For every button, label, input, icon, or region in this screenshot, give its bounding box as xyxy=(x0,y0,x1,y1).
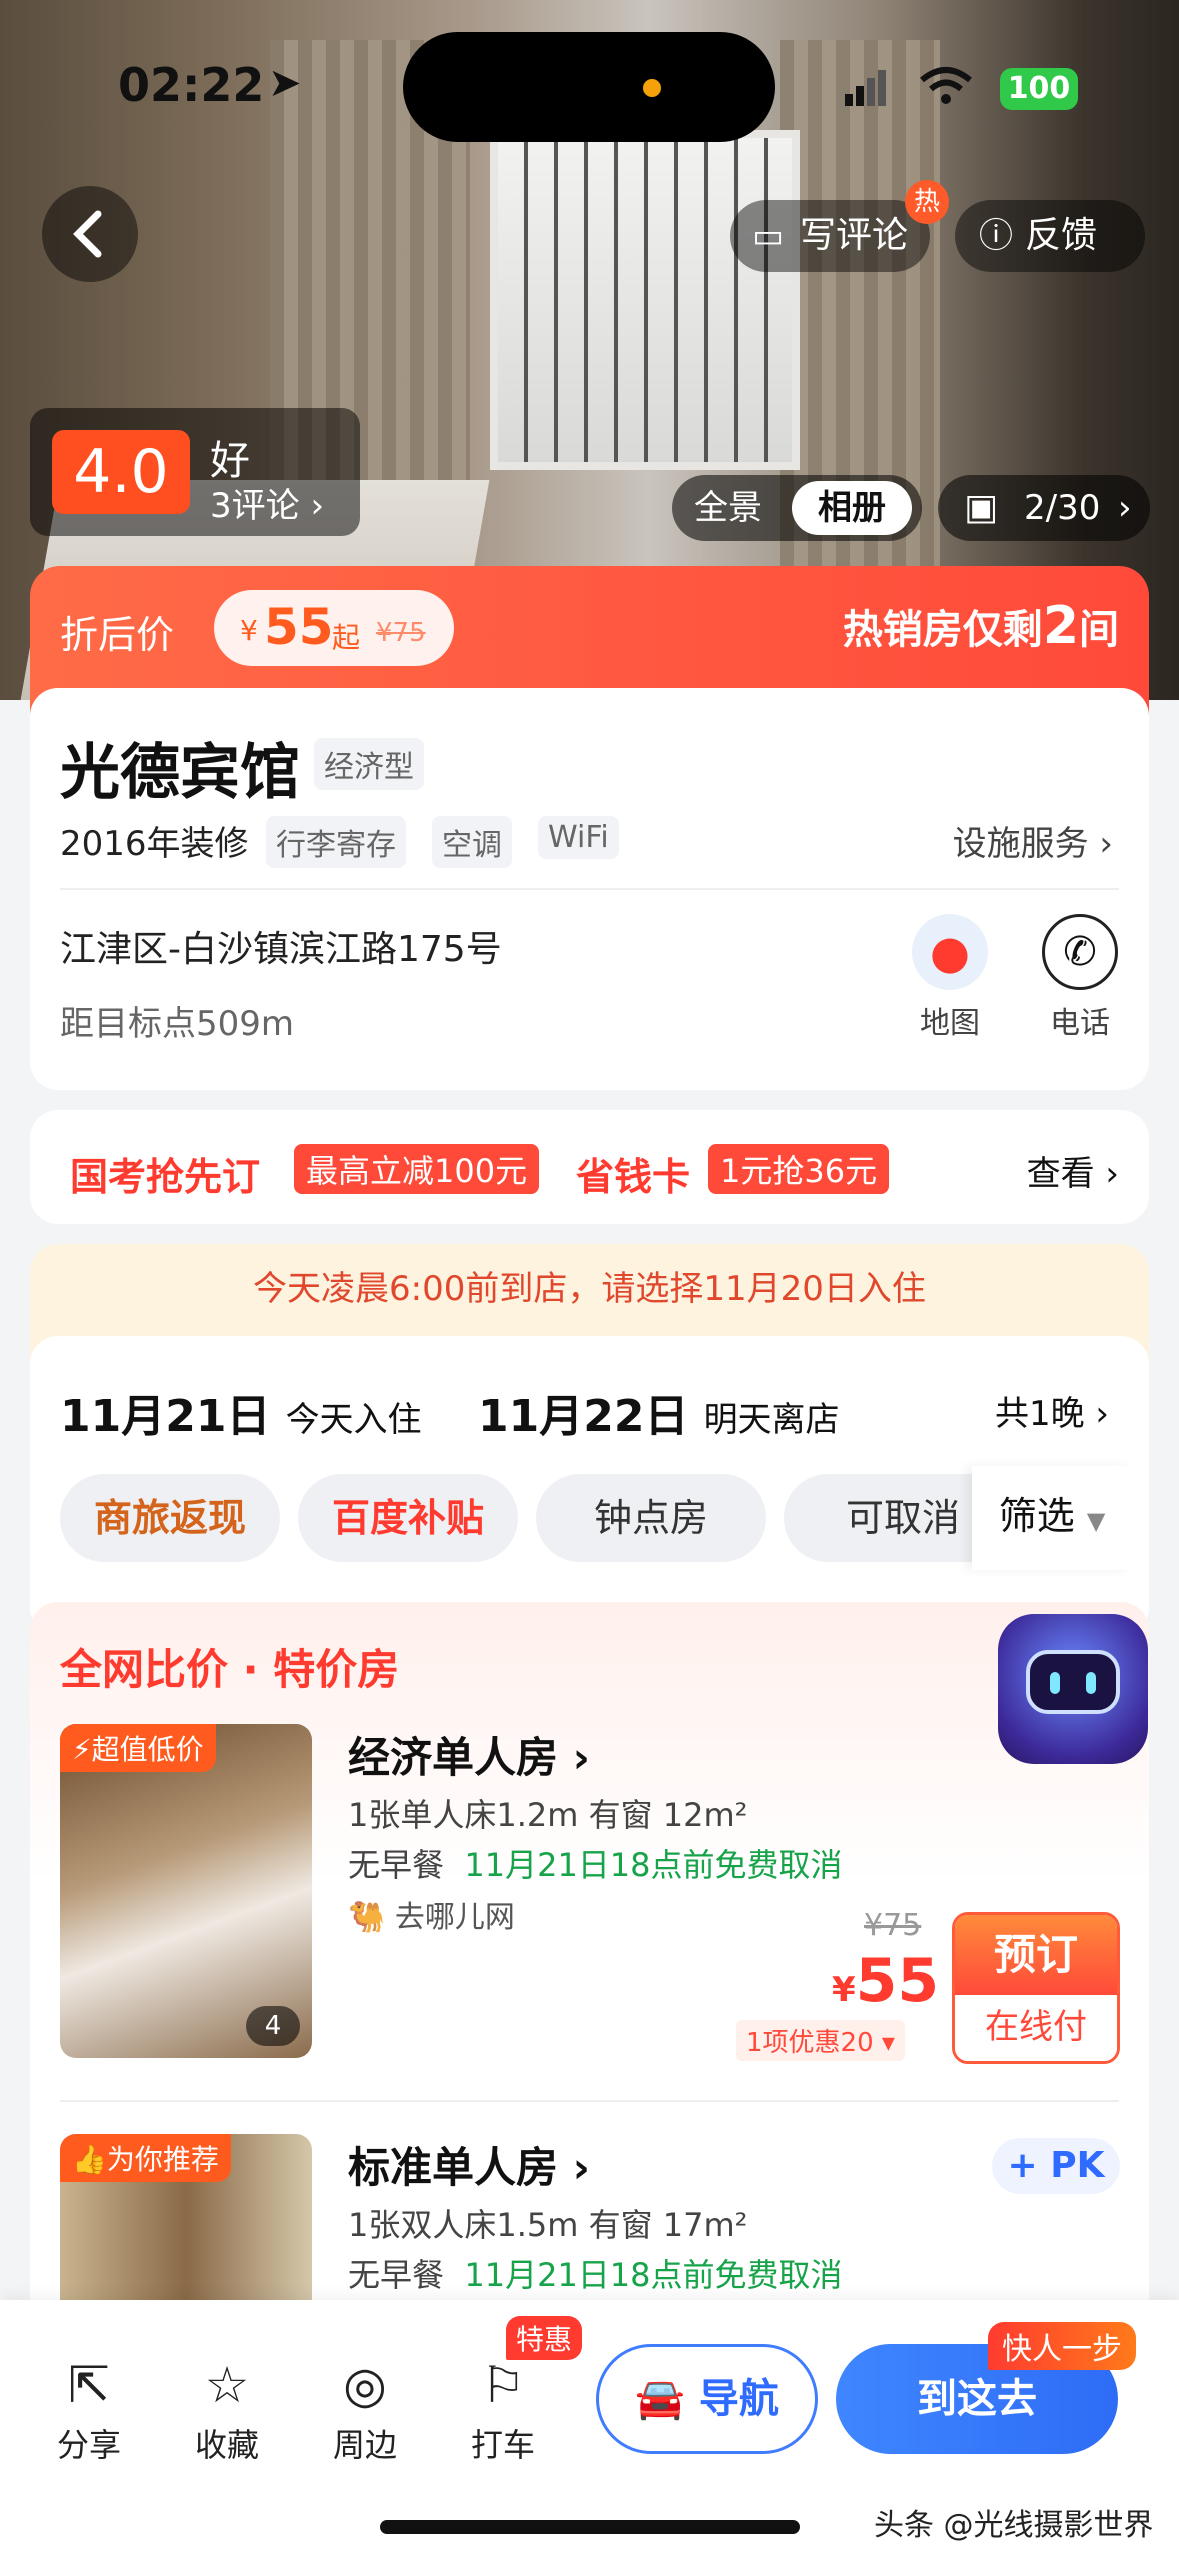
photo-count: 2/30 xyxy=(1024,488,1101,528)
location-arrow-icon: ➤ xyxy=(268,60,302,106)
share-icon: ⇱ xyxy=(68,2356,110,2414)
facility-tag: WiFi xyxy=(538,816,619,859)
room-original-price: ¥75 xyxy=(864,1908,922,1943)
taxi-button[interactable]: ⚐ 打车 xyxy=(458,2350,548,2466)
checkout-date[interactable]: 11月22日 明天离店 xyxy=(478,1380,840,1444)
taxi-icon: ⚐ xyxy=(480,2356,526,2414)
renovation-year: 2016年装修 xyxy=(60,824,249,864)
promo-badge-2: 1元抢36元 xyxy=(708,1144,890,1194)
signal-icon xyxy=(845,70,887,106)
facilities-link[interactable]: 设施服务 › xyxy=(953,816,1113,865)
room-bed-info: 1张单人床1.2m 有窗 12m² xyxy=(348,1796,748,1834)
camel-icon: 🐫 xyxy=(348,1900,386,1935)
tab-album[interactable]: 相册 xyxy=(792,481,912,535)
car-icon: 🚘 xyxy=(635,2376,685,2422)
facility-tag: 空调 xyxy=(432,816,512,868)
favorite-button[interactable]: ☆ 收藏 xyxy=(182,2350,272,2466)
hotel-type-tag: 经济型 xyxy=(314,738,424,790)
book-button[interactable]: 预订 在线付 xyxy=(952,1912,1120,2064)
room-badge: 👍为你推荐 xyxy=(60,2134,231,2182)
room-bed-info: 1张双人床1.5m 有窗 17m² xyxy=(348,2206,748,2244)
home-indicator xyxy=(380,2520,800,2534)
promo-badge-1: 最高立减100元 xyxy=(294,1144,540,1194)
room-name[interactable]: 经济单人房 › xyxy=(348,1724,590,1785)
nearby-button[interactable]: ◎ 周边 xyxy=(320,2350,410,2466)
navigate-button[interactable]: 🚘 导航 xyxy=(596,2344,818,2454)
phone-icon: ✆ xyxy=(1042,914,1118,990)
wifi-icon xyxy=(920,66,972,110)
promo-title-2: 省钱卡 xyxy=(576,1155,691,1199)
filter-button[interactable]: 筛选 ▼ xyxy=(972,1466,1132,1570)
checkin-date[interactable]: 11月21日 今天入住 xyxy=(60,1380,422,1444)
promo-title-1: 国考抢先订 xyxy=(70,1155,261,1199)
clock: 02:22 xyxy=(118,58,265,112)
photo-count-badge: 4 xyxy=(246,2006,300,2046)
divider xyxy=(60,888,1119,890)
alert-circle-icon: ⓘ xyxy=(979,216,1013,256)
share-button[interactable]: ⇱ 分享 xyxy=(44,2350,134,2466)
room-price: ¥55 xyxy=(832,1946,940,2016)
star-icon: ☆ xyxy=(204,2356,250,2414)
hotel-distance: 距目标点509m xyxy=(60,1004,295,1044)
price-value: 55 xyxy=(264,598,334,656)
room-policy: 无早餐 11月21日18点前免费取消 xyxy=(348,1846,843,1884)
watermark: 头条 @光线摄影世界 xyxy=(874,2508,1154,2543)
chevron-left-icon xyxy=(73,210,102,258)
original-price: ¥75 xyxy=(376,618,426,648)
phone-button[interactable]: ✆ 电话 xyxy=(1030,914,1130,1042)
rating-box[interactable]: 4.0 好 3评论 › xyxy=(30,408,360,536)
room-list: 全网比价 · 特价房 ⚡超值低价 4 经济单人房 › 1张单人床1.2m 有窗 … xyxy=(30,1602,1149,2362)
room-discount-tag[interactable]: 1项优惠20 ▾ xyxy=(736,2020,905,2061)
review-count: 3评论 › xyxy=(210,486,325,526)
nights-count[interactable]: 共1晚 › xyxy=(995,1386,1109,1435)
hotel-name: 光德宾馆 xyxy=(60,738,300,808)
rating-score: 4.0 xyxy=(52,430,190,514)
chevron-right-icon: › xyxy=(1118,488,1132,528)
filter-chip-hourly[interactable]: 钟点房 xyxy=(536,1474,766,1562)
dynamic-island xyxy=(403,32,775,142)
phone-label: 电话 xyxy=(1050,1006,1110,1041)
filter-chip-baidu-subsidy[interactable]: 百度补贴 xyxy=(298,1474,518,1562)
status-bar: 02:22 ➤ 100 xyxy=(0,0,1179,150)
feedback-label: 反馈 xyxy=(1025,215,1098,256)
hot-badge: 热 xyxy=(905,180,949,224)
compass-icon: ◎ xyxy=(343,2356,387,2414)
back-button[interactable] xyxy=(42,186,138,282)
map-button[interactable]: ● 地图 xyxy=(900,914,1000,1042)
filter-chip-business-cashback[interactable]: 商旅返现 xyxy=(60,1474,280,1562)
room-name[interactable]: 标准单人房 › xyxy=(348,2134,590,2195)
price-tag[interactable]: ¥ 55 起 ¥75 xyxy=(214,590,454,666)
image-icon: ▣ xyxy=(964,487,999,528)
filter-chip-cancellable[interactable]: 可取消 xyxy=(784,1474,974,1562)
promo-view-link[interactable]: 查看 › xyxy=(1027,1146,1119,1195)
room-policy: 无早餐 11月21日18点前免费取消 xyxy=(348,2256,843,2294)
comment-icon: ▭ xyxy=(752,216,785,256)
battery-indicator: 100 xyxy=(1000,68,1078,110)
room-source: 🐫 去哪儿网 xyxy=(348,1900,515,1935)
write-review-label: 写评论 xyxy=(800,215,909,256)
scarcity-text: 热销房仅剩2间 xyxy=(842,596,1119,656)
gallery-mode-switch[interactable]: 全景 相册 xyxy=(672,475,922,541)
facility-tag: 行李寄存 xyxy=(266,816,406,868)
divider xyxy=(60,2100,1119,2102)
room-photo[interactable]: ⚡超值低价 4 xyxy=(60,1724,312,2058)
write-review-button[interactable]: ▭ 写评论 xyxy=(730,200,930,272)
go-here-badge: 快人一步 xyxy=(988,2322,1136,2370)
caret-down-icon: ▼ xyxy=(1086,1507,1106,1535)
promo-banner[interactable]: 国考抢先订 最高立减100元 省钱卡 1元抢36元 查看 › xyxy=(30,1110,1149,1224)
hotel-address[interactable]: 江津区-白沙镇滨江路175号 xyxy=(60,920,502,972)
hotel-info-card: 光德宾馆 经济型 2016年装修 行李寄存 空调 WiFi 设施服务 › 江津区… xyxy=(30,688,1149,1090)
map-pin-icon: ● xyxy=(912,914,988,990)
room-badge: ⚡超值低价 xyxy=(60,1724,216,1772)
pk-button[interactable]: + PK xyxy=(992,2138,1120,2194)
taxi-badge: 特惠 xyxy=(506,2316,583,2360)
photo-counter[interactable]: ▣ 2/30 › xyxy=(938,475,1150,541)
feedback-button[interactable]: ⓘ 反馈 xyxy=(955,200,1145,272)
section-title: 全网比价 · 特价房 xyxy=(60,1645,400,1694)
tab-panorama[interactable]: 全景 xyxy=(694,475,762,541)
discount-price-label: 折后价 xyxy=(60,613,175,657)
robot-assistant-icon[interactable] xyxy=(998,1614,1148,1764)
map-label: 地图 xyxy=(920,1006,980,1041)
